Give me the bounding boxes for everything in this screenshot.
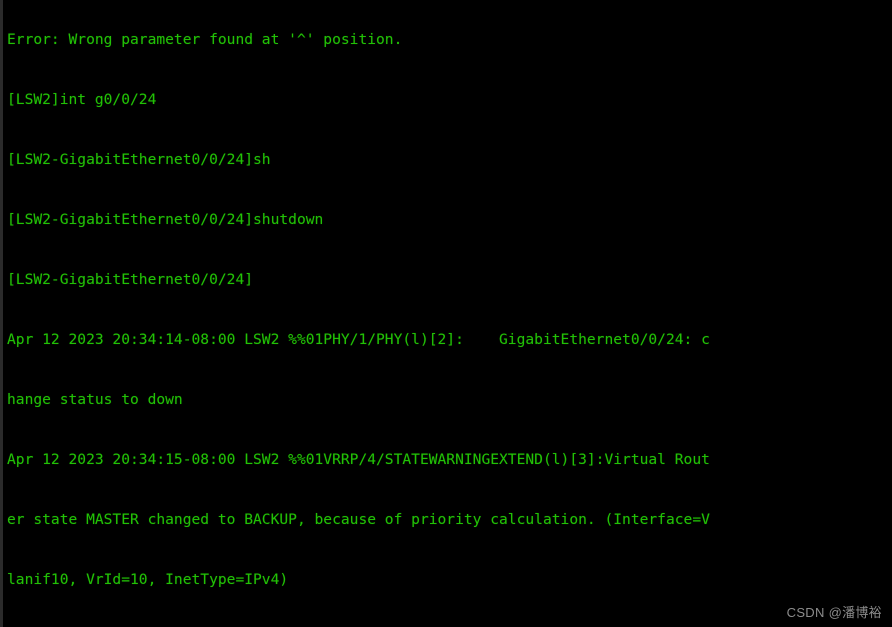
terminal-line: hange status to down xyxy=(7,391,183,408)
terminal-line: er state MASTER changed to BACKUP, becau… xyxy=(7,511,710,528)
terminal-line: [LSW2-GigabitEthernet0/0/24]sh xyxy=(7,151,271,168)
terminal-line: [LSW2-GigabitEthernet0/0/24]shutdown xyxy=(7,211,324,228)
terminal-line: [LSW2-GigabitEthernet0/0/24] xyxy=(7,271,254,288)
terminal-line: Apr 12 2023 20:34:15-08:00 LSW2 %%01VRRP… xyxy=(7,451,710,468)
terminal-output[interactable]: Error: Wrong parameter found at '^' posi… xyxy=(3,0,892,627)
terminal-line: [LSW2]int g0/0/24 xyxy=(7,91,157,108)
terminal-line: Error: Wrong parameter found at '^' posi… xyxy=(7,31,403,48)
terminal-line: lanif10, VrId=10, InetType=IPv4) xyxy=(7,571,289,588)
terminal-window[interactable]: Error: Wrong parameter found at '^' posi… xyxy=(0,0,892,627)
csdn-watermark: CSDN @潘博裕 xyxy=(786,605,882,620)
terminal-line: Apr 12 2023 20:34:14-08:00 LSW2 %%01PHY/… xyxy=(7,331,710,348)
